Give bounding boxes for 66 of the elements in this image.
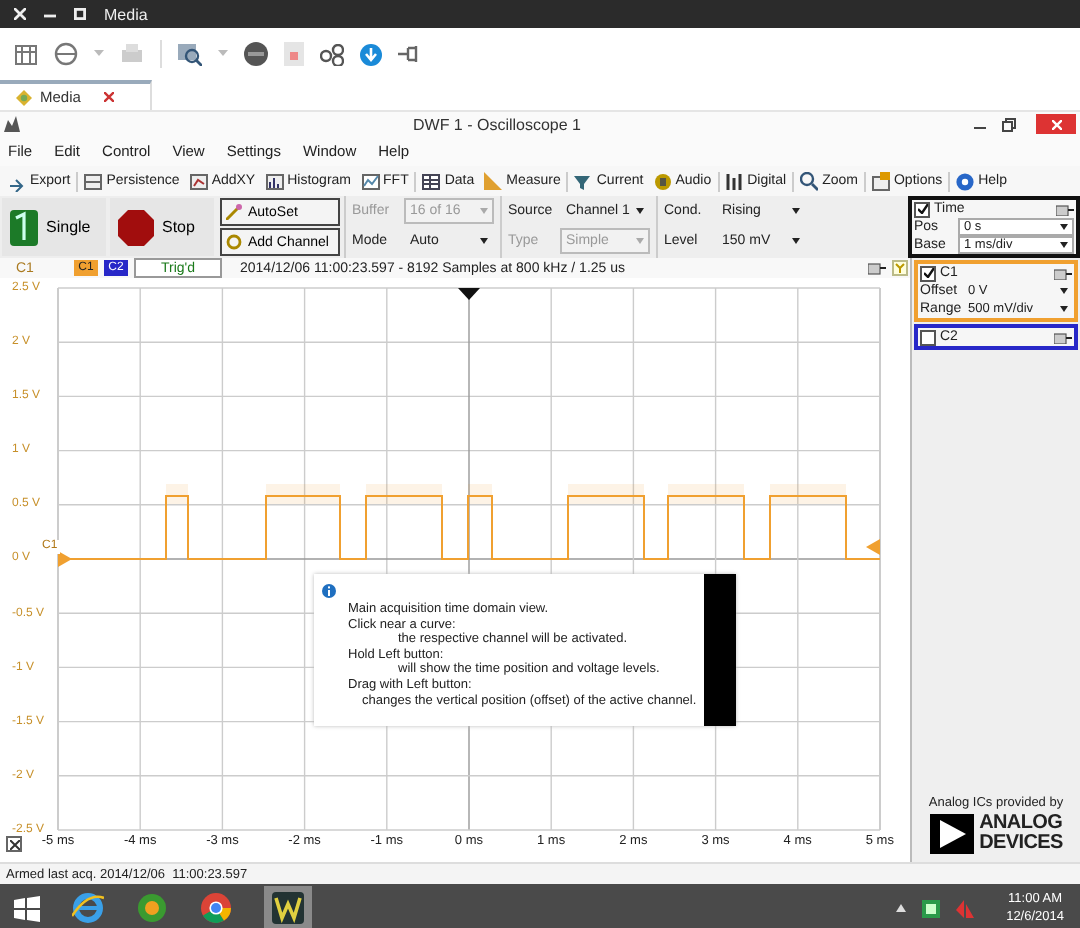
app-icon [4,116,20,132]
trigger-position-icon[interactable] [458,288,480,300]
close-icon [9,839,19,849]
brand-name: DEVICES [979,834,1063,854]
pin-icon[interactable] [868,261,886,275]
pin-icon[interactable] [1054,267,1072,279]
close-button[interactable] [6,836,22,852]
window-icon [871,171,890,191]
histogram-icon [265,171,284,191]
grid-icon[interactable] [14,43,38,65]
caret-icon [1060,306,1068,312]
taskbar-app-button[interactable] [264,886,312,928]
stop-button[interactable]: Stop [110,198,214,256]
diamond-icon [16,89,32,105]
info-icon [322,584,336,598]
brand-name: ANALOG [979,814,1063,834]
caret-icon [480,208,488,214]
caret-icon [480,238,488,244]
disc-icon[interactable] [244,42,268,66]
cursor-icon[interactable] [892,260,908,276]
wand-icon [226,204,242,220]
channel-icon [226,234,242,250]
caret-icon [792,208,800,214]
run-icon [10,205,38,249]
chart-icon [189,171,208,191]
checkbox[interactable] [920,265,936,281]
download-icon[interactable] [360,43,382,65]
caret-icon [1060,224,1068,230]
checkbox[interactable] [914,201,930,217]
caret-icon [1060,288,1068,294]
chrome-icon[interactable] [200,892,232,924]
checkbox[interactable] [920,329,936,345]
bars-icon [725,171,744,191]
caret-icon [636,238,644,244]
close-icon[interactable] [104,92,114,102]
caret-icon [792,238,800,244]
pin-icon[interactable] [1056,203,1074,215]
single-button[interactable]: Single [2,198,106,256]
document-title: DWF 1 - Oscilloscope 1 [410,115,584,133]
close-icon [14,8,26,20]
nodes-icon[interactable] [320,43,344,65]
caret-icon [636,208,644,214]
check-icon [917,204,927,214]
close-icon [1051,119,1061,129]
table-icon [422,171,441,191]
search-icon[interactable] [178,42,202,66]
tray-caret-icon[interactable] [896,904,907,912]
windows-icon[interactable] [14,895,40,921]
caret-icon [1060,242,1068,248]
tray-app-icon[interactable] [922,899,941,917]
waveform-app-icon [272,892,304,924]
pin-icon[interactable] [1054,331,1072,343]
maximize-icon [74,8,86,20]
grid-icon [84,171,103,191]
help-icon [956,171,975,191]
restore-icon[interactable] [1002,117,1016,131]
browser-icon[interactable] [72,892,104,924]
funnel-icon [574,171,593,191]
window-title: Media [104,5,148,23]
globe-icon[interactable] [54,42,78,66]
search-icon [800,171,819,191]
level-marker-icon[interactable] [58,551,72,567]
stop-icon [118,209,154,245]
check-icon [923,268,933,278]
spectrum-icon [361,171,380,191]
media-player-icon[interactable] [136,892,168,924]
